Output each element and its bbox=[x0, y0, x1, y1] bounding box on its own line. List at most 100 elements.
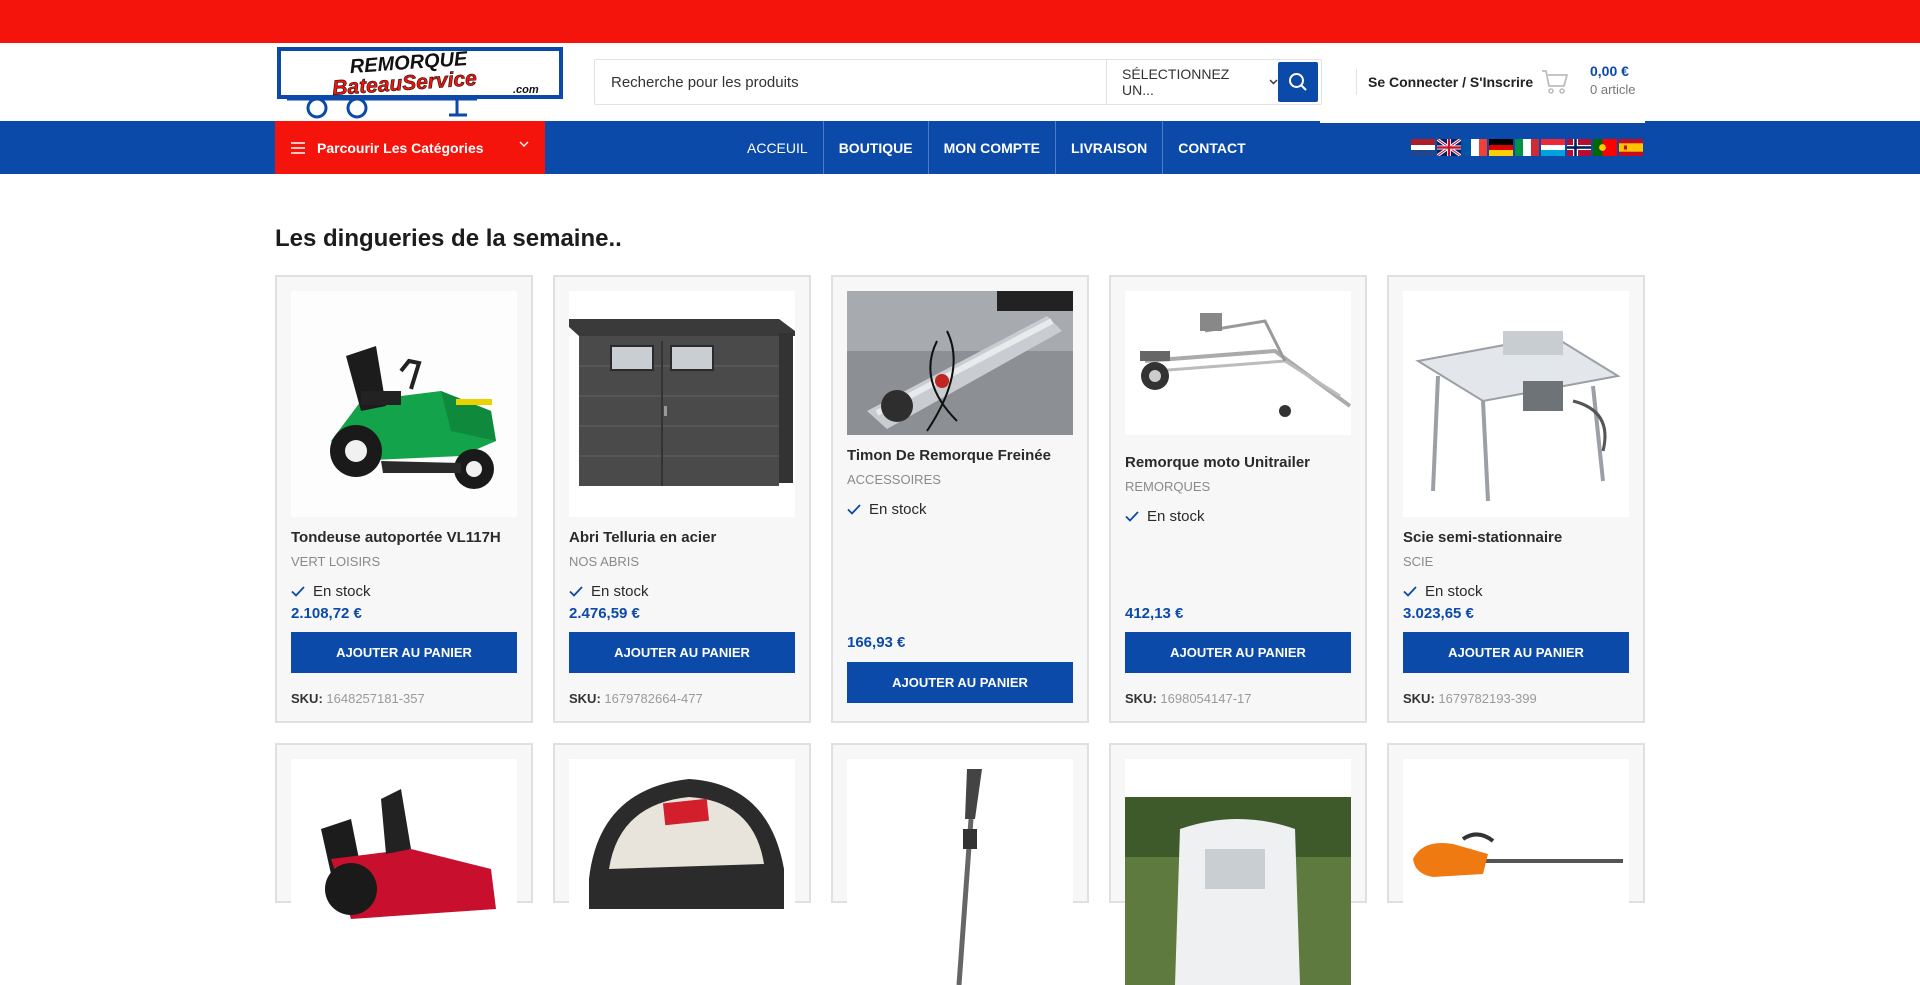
check-icon bbox=[847, 504, 861, 515]
product-title[interactable]: Abri Telluria en acier bbox=[569, 528, 795, 548]
menu-item-boutique[interactable]: BOUTIQUE bbox=[824, 121, 929, 174]
site-header: REMORQUE BateauService .com SÉLECTIONNEZ… bbox=[0, 43, 1920, 122]
add-to-cart-button[interactable]: AJOUTER AU PANIER bbox=[1125, 632, 1351, 673]
category-select[interactable]: SÉLECTIONNEZ UN... bbox=[1106, 60, 1278, 104]
section-title: Les dingueries de la semaine.. bbox=[275, 225, 622, 252]
product-image-steel-shed[interactable] bbox=[569, 291, 795, 517]
sku-label: SKU: bbox=[291, 691, 323, 706]
menu-item-acceuil[interactable]: ACCEUIL bbox=[732, 121, 824, 174]
cart-widget[interactable]: 0,00 € 0 article bbox=[1540, 62, 1636, 100]
product-card bbox=[831, 743, 1089, 985]
add-to-cart-button[interactable]: AJOUTER AU PANIER bbox=[569, 632, 795, 673]
product-category[interactable]: ACCESSOIRES bbox=[847, 472, 1073, 487]
browse-categories-button[interactable]: Parcourir Les Catégories bbox=[275, 121, 545, 174]
login-register-link[interactable]: Se Connecter / S'Inscrire bbox=[1356, 69, 1533, 95]
flag-no-icon[interactable] bbox=[1567, 139, 1591, 156]
site-logo[interactable]: REMORQUE BateauService .com bbox=[277, 47, 563, 119]
language-flags bbox=[1411, 139, 1645, 156]
product-image-hedge-trimmer-orange[interactable] bbox=[1403, 759, 1629, 985]
flag-gb-icon[interactable] bbox=[1437, 139, 1461, 156]
flag-it-icon[interactable] bbox=[1515, 139, 1539, 156]
product-price: 166,93 € bbox=[847, 634, 906, 651]
product-sku: SKU: 1679782664-477 bbox=[569, 691, 703, 706]
flag-es-icon[interactable] bbox=[1619, 139, 1643, 156]
top-promo-bar bbox=[0, 0, 1920, 43]
product-card: Remorque moto Unitrailer REMORQUES En st… bbox=[1109, 275, 1367, 723]
menu-item-livraison[interactable]: LIVRAISON bbox=[1056, 121, 1164, 174]
cart-icon bbox=[1542, 70, 1568, 94]
search-button[interactable] bbox=[1278, 62, 1318, 102]
product-title[interactable]: Scie semi-stationnaire bbox=[1403, 528, 1629, 548]
product-card: Scie semi-stationnaire SCIE En stock 3.0… bbox=[1387, 275, 1645, 723]
flag-lu-icon[interactable] bbox=[1541, 139, 1565, 156]
check-icon bbox=[569, 586, 583, 597]
stock-label: En stock bbox=[1425, 583, 1483, 600]
product-price: 2.108,72 € bbox=[291, 605, 362, 622]
product-price: 2.476,59 € bbox=[569, 605, 640, 622]
product-title[interactable]: Timon De Remorque Freinée bbox=[847, 446, 1073, 466]
product-sku: SKU: 1679782193-399 bbox=[1403, 691, 1537, 706]
product-image-hedge-trimmer-pole[interactable] bbox=[847, 759, 1073, 985]
product-title[interactable]: Remorque moto Unitrailer bbox=[1125, 453, 1351, 473]
logo-line3: .com bbox=[513, 84, 539, 96]
product-image-robot-mower[interactable] bbox=[569, 759, 795, 985]
product-sku: SKU: 1698054147-17 bbox=[1125, 691, 1252, 706]
stock-label: En stock bbox=[313, 583, 371, 600]
product-category[interactable]: REMORQUES bbox=[1125, 479, 1351, 494]
main-navbar: Parcourir Les Catégories ACCEUIL BOUTIQU… bbox=[0, 121, 1920, 174]
product-image-trailer-drawbar[interactable] bbox=[847, 291, 1073, 435]
sku-value: 1679782193-399 bbox=[1438, 691, 1537, 706]
hamburger-icon bbox=[291, 141, 305, 154]
product-title[interactable]: Tondeuse autoportée VL117H bbox=[291, 528, 517, 548]
sku-value: 1679782664-477 bbox=[604, 691, 703, 706]
sku-label: SKU: bbox=[1403, 691, 1435, 706]
product-card: Tondeuse autoportée VL117H VERT LOISIRS … bbox=[275, 275, 533, 723]
check-icon bbox=[291, 586, 305, 597]
cart-count: 0 article bbox=[1590, 82, 1636, 97]
cart-amount: 0,00 € bbox=[1590, 63, 1629, 79]
category-select-label: SÉLECTIONNEZ UN... bbox=[1122, 66, 1230, 98]
product-grid: Tondeuse autoportée VL117H VERT LOISIRS … bbox=[275, 275, 1647, 985]
product-card bbox=[1109, 743, 1367, 985]
stock-status: En stock bbox=[569, 583, 795, 600]
product-category[interactable]: VERT LOISIRS bbox=[291, 554, 517, 569]
search-input[interactable] bbox=[595, 60, 1106, 104]
product-card bbox=[553, 743, 811, 985]
flag-nl-icon[interactable] bbox=[1411, 139, 1435, 156]
stock-status: En stock bbox=[847, 501, 1073, 518]
product-sku: SKU: 1648257181-357 bbox=[291, 691, 425, 706]
product-image-horse-trailer[interactable] bbox=[1125, 759, 1351, 985]
add-to-cart-button[interactable]: AJOUTER AU PANIER bbox=[1403, 632, 1629, 673]
primary-menu: ACCEUIL BOUTIQUE MON COMPTE LIVRAISON CO… bbox=[732, 121, 1261, 174]
stock-status: En stock bbox=[1125, 508, 1351, 525]
product-image-table-saw[interactable] bbox=[1403, 291, 1629, 517]
product-card: Abri Telluria en acier NOS ABRIS En stoc… bbox=[553, 275, 811, 723]
product-category[interactable]: SCIE bbox=[1403, 554, 1629, 569]
sku-value: 1698054147-17 bbox=[1160, 691, 1252, 706]
product-category[interactable]: NOS ABRIS bbox=[569, 554, 795, 569]
stock-label: En stock bbox=[869, 501, 927, 518]
search-bar: SÉLECTIONNEZ UN... bbox=[594, 59, 1322, 105]
sku-value: 1648257181-357 bbox=[326, 691, 425, 706]
check-icon bbox=[1403, 586, 1417, 597]
product-image-motorcycle-trailer[interactable] bbox=[1125, 291, 1351, 435]
flag-fr-icon[interactable] bbox=[1463, 139, 1487, 156]
add-to-cart-button[interactable]: AJOUTER AU PANIER bbox=[847, 662, 1073, 703]
menu-item-contact[interactable]: CONTACT bbox=[1163, 121, 1260, 174]
navbar-top-accent bbox=[1320, 121, 1645, 123]
check-icon bbox=[1125, 511, 1139, 522]
flag-pt-icon[interactable] bbox=[1593, 139, 1617, 156]
stock-status: En stock bbox=[1403, 583, 1629, 600]
product-price: 412,13 € bbox=[1125, 605, 1184, 622]
flag-de-icon[interactable] bbox=[1489, 139, 1513, 156]
product-image-riding-mower-red[interactable] bbox=[291, 759, 517, 985]
product-card bbox=[1387, 743, 1645, 985]
sku-label: SKU: bbox=[1125, 691, 1157, 706]
menu-item-mon-compte[interactable]: MON COMPTE bbox=[929, 121, 1057, 174]
add-to-cart-button[interactable]: AJOUTER AU PANIER bbox=[291, 632, 517, 673]
product-image-riding-mower[interactable] bbox=[291, 291, 517, 517]
sku-label: SKU: bbox=[569, 691, 601, 706]
browse-categories-label: Parcourir Les Catégories bbox=[317, 139, 484, 156]
stock-label: En stock bbox=[1147, 508, 1205, 525]
stock-status: En stock bbox=[291, 583, 517, 600]
